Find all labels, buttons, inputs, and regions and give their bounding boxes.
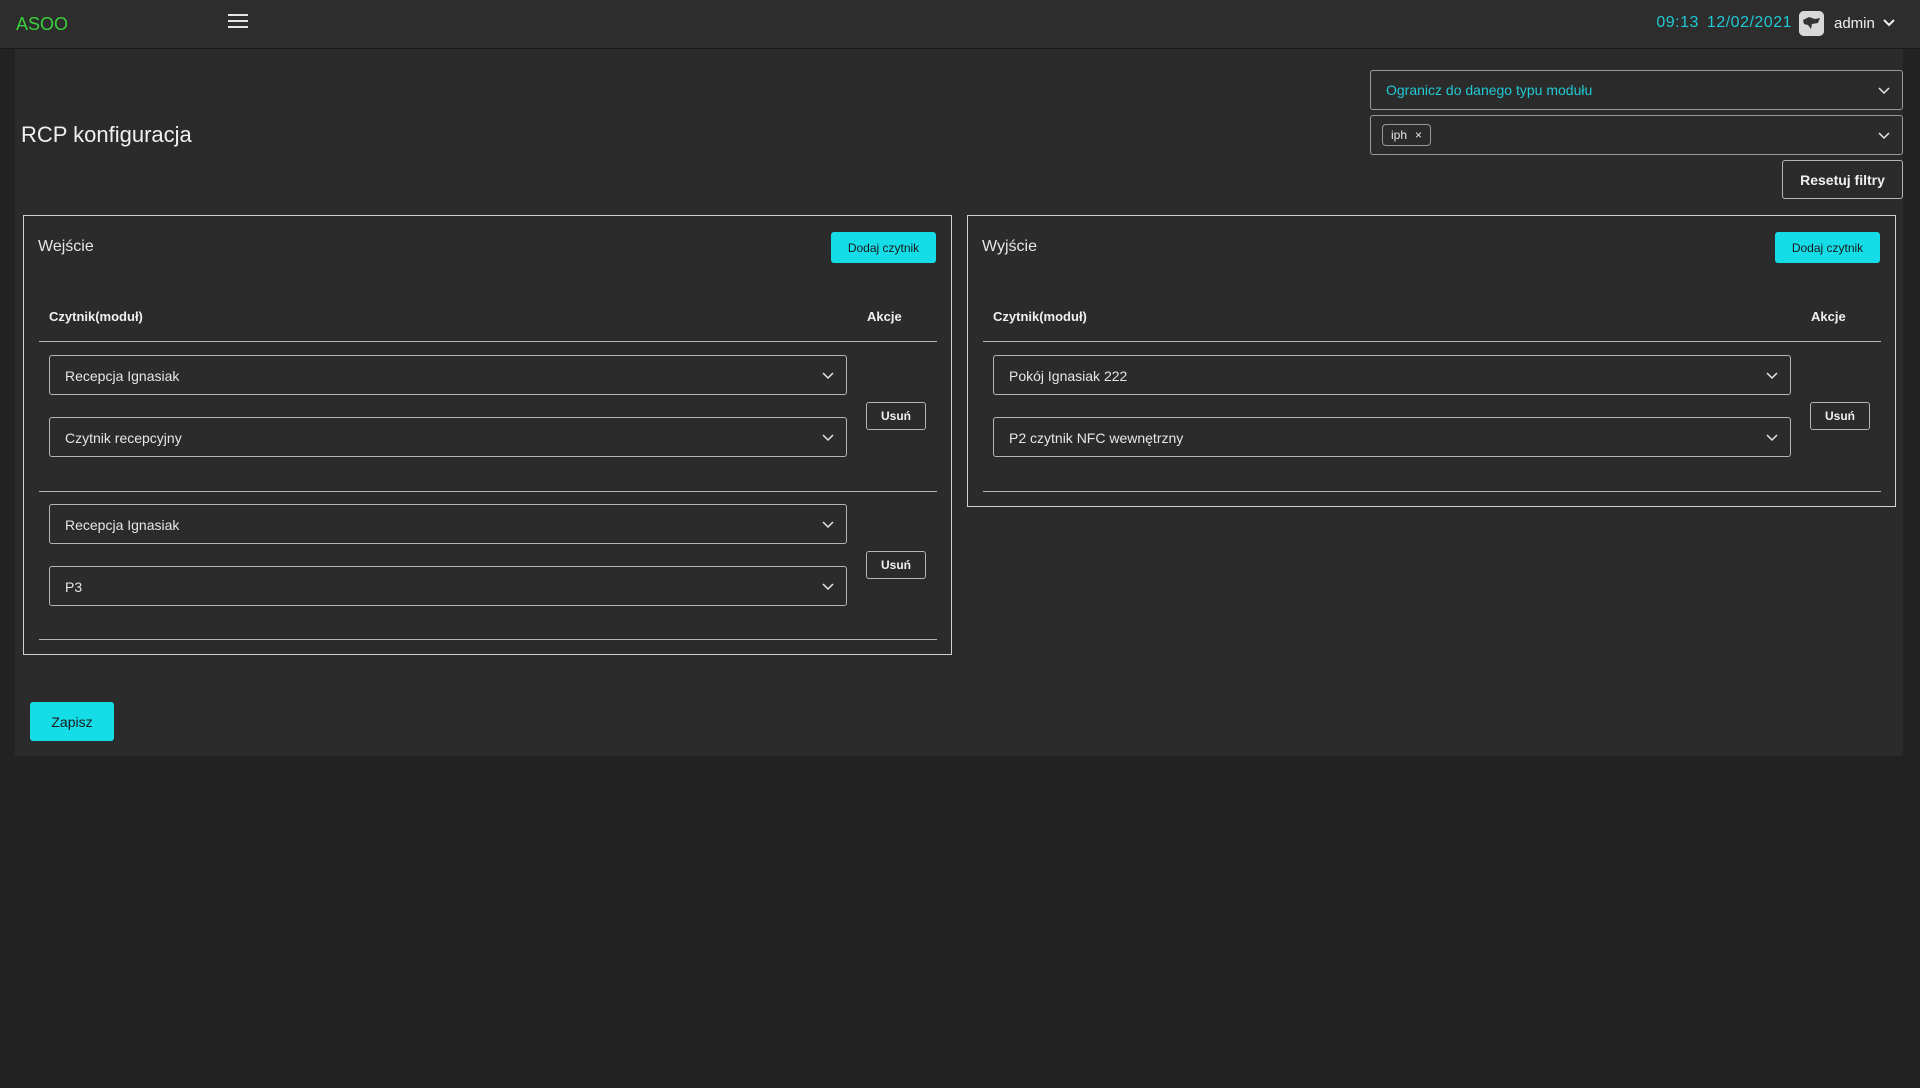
divider <box>39 639 937 640</box>
top-bar: ASOO 09:13 12/02/2021 admin <box>0 0 1920 49</box>
entry-title: Wejście <box>38 238 94 255</box>
filter-chip-label: iph <box>1391 128 1408 142</box>
remove-button[interactable]: Usuń <box>866 551 926 579</box>
page-title: RCP konfiguracja <box>21 122 192 147</box>
chevron-down-icon <box>822 583 834 591</box>
module-type-select[interactable]: Ogranicz do danego typu modułu <box>1370 70 1903 110</box>
reader-select[interactable]: P3 <box>49 566 847 606</box>
remove-button[interactable]: Usuń <box>1810 402 1870 430</box>
zone-select[interactable]: Pokój Ignasiak 222 <box>993 355 1791 395</box>
user-name: admin <box>1834 15 1875 32</box>
column-header-reader: Czytnik(moduł) <box>49 309 143 324</box>
exit-card: Wyjście Dodaj czytnik Czytnik(moduł) Akc… <box>967 215 1896 507</box>
zone-value: Pokój Ignasiak 222 <box>1009 368 1128 384</box>
module-type-placeholder: Ogranicz do danego typu modułu <box>1386 82 1593 98</box>
entry-card: Wejście Dodaj czytnik Czytnik(moduł) Akc… <box>23 215 952 655</box>
reader-value: P3 <box>65 579 83 595</box>
reader-select[interactable]: P2 czytnik NFC wewnętrzny <box>993 417 1791 457</box>
avatar[interactable] <box>1799 11 1824 36</box>
zone-select[interactable]: Recepcja Ignasiak <box>49 355 847 395</box>
chevron-down-icon <box>822 372 834 380</box>
divider <box>983 491 1881 492</box>
chevron-down-icon <box>1766 372 1778 380</box>
divider <box>39 491 937 492</box>
module-multiselect[interactable]: iph × <box>1370 115 1903 155</box>
brand-logo[interactable]: ASOO <box>16 14 68 35</box>
save-button[interactable]: Zapisz <box>30 702 114 741</box>
chevron-down-icon <box>1878 132 1890 140</box>
user-menu[interactable]: admin <box>1834 15 1895 32</box>
exit-title: Wyjście <box>982 238 1037 255</box>
reader-select[interactable]: Czytnik recepcyjny <box>49 417 847 457</box>
reset-filters-button[interactable]: Resetuj filtry <box>1782 160 1903 199</box>
filter-chip: iph × <box>1382 124 1432 146</box>
remove-button[interactable]: Usuń <box>866 402 926 430</box>
zone-value: Recepcja Ignasiak <box>65 368 180 384</box>
add-reader-button[interactable]: Dodaj czytnik <box>1775 232 1880 263</box>
chevron-down-icon <box>1883 15 1895 32</box>
chevron-down-icon <box>822 521 834 529</box>
chip-remove-icon[interactable]: × <box>1415 128 1422 142</box>
divider <box>983 341 1881 342</box>
clock-time: 09:13 <box>1656 14 1699 31</box>
divider <box>39 341 937 342</box>
clock-date: 12/02/2021 <box>1706 14 1792 31</box>
menu-toggle-icon[interactable] <box>228 14 248 30</box>
zone-select[interactable]: Recepcja Ignasiak <box>49 504 847 544</box>
chevron-down-icon <box>822 434 834 442</box>
zone-value: Recepcja Ignasiak <box>65 517 180 533</box>
chevron-down-icon <box>1878 87 1890 95</box>
clock: 09:13 12/02/2021 <box>1656 14 1792 32</box>
column-header-reader: Czytnik(moduł) <box>993 309 1087 324</box>
reader-value: P2 czytnik NFC wewnętrzny <box>1009 430 1184 446</box>
chevron-down-icon <box>1766 434 1778 442</box>
column-header-actions: Akcje <box>1811 309 1846 324</box>
column-header-actions: Akcje <box>867 309 902 324</box>
add-reader-button[interactable]: Dodaj czytnik <box>831 232 936 263</box>
reader-value: Czytnik recepcyjny <box>65 430 182 446</box>
